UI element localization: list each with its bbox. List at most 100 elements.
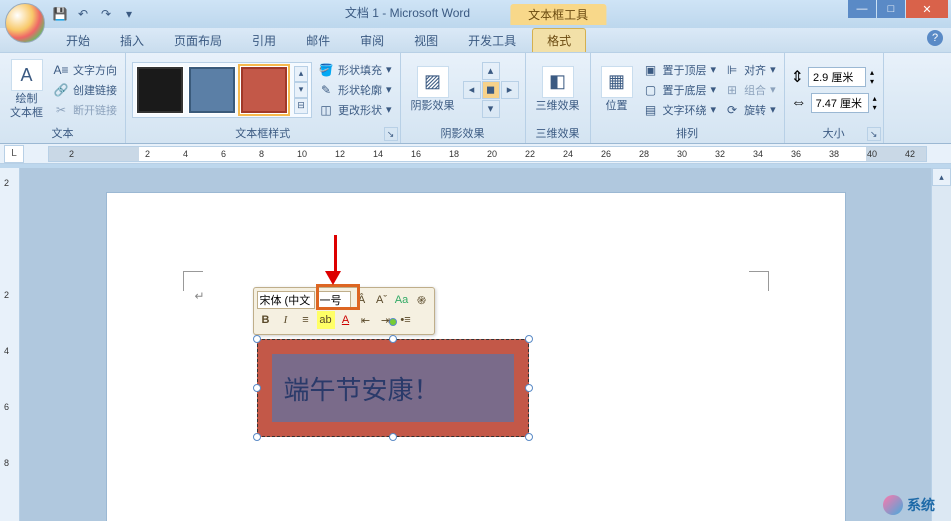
shadow-effect-button[interactable]: ▨ 阴影效果 (407, 64, 459, 115)
threed-effect-button[interactable]: ◧ 三维效果 (532, 64, 584, 115)
width-up[interactable]: ▴ (873, 94, 877, 103)
minimize-button[interactable]: — (848, 0, 876, 18)
shadow-toggle[interactable]: ◼ (482, 81, 500, 99)
position-icon: ▦ (601, 66, 633, 98)
style-swatch-1[interactable] (136, 66, 184, 114)
tab-references[interactable]: 引用 (238, 29, 290, 52)
style-swatch-2[interactable] (188, 66, 236, 114)
bullets-icon[interactable]: •≡ (397, 311, 415, 329)
resize-handle-nw[interactable] (253, 335, 261, 343)
text-box[interactable]: 端午节安康！ (257, 339, 529, 437)
save-icon[interactable]: 💾 (50, 4, 70, 24)
tab-insert[interactable]: 插入 (106, 29, 158, 52)
ruler-corner[interactable]: L (4, 145, 24, 163)
tab-format[interactable]: 格式 (532, 28, 586, 52)
paragraph-mark: ↵ (195, 289, 205, 303)
format-painter-icon[interactable]: ֍ (413, 291, 431, 309)
help-icon[interactable]: ? (927, 30, 943, 46)
rotate-button[interactable]: ⟳旋转 ▾ (722, 101, 778, 119)
resize-handle-s[interactable] (389, 433, 397, 441)
shadow-nudge-right[interactable]: ▸ (501, 81, 519, 99)
style-swatch-3[interactable] (240, 66, 288, 114)
resize-handle-se[interactable] (525, 433, 533, 441)
undo-icon[interactable]: ↶ (73, 4, 93, 24)
tab-review[interactable]: 审阅 (346, 29, 398, 52)
ribbon: A 绘制 文本框 A≡文字方向 🔗创建链接 ✂断开链接 文本 ▴ ▾ ⊟ (0, 52, 951, 144)
qat-more-icon[interactable]: ▾ (119, 4, 139, 24)
tutorial-highlight (316, 284, 360, 310)
rotate-handle[interactable] (389, 318, 397, 326)
shape-fill-button[interactable]: 🪣形状填充 ▾ (316, 61, 394, 79)
shape-outline-button[interactable]: ✎形状轮廓 ▾ (316, 81, 394, 99)
styles-dialog-launcher[interactable]: ↘ (384, 127, 398, 141)
shrink-font-icon[interactable]: Aˇ (373, 291, 391, 309)
width-input[interactable] (811, 93, 869, 113)
width-icon: ⇔ (791, 94, 807, 112)
text-wrap-button[interactable]: ▤文字环绕 ▾ (641, 101, 719, 119)
resize-handle-sw[interactable] (253, 433, 261, 441)
maximize-button[interactable]: □ (877, 0, 905, 18)
shadow-nudge-up[interactable]: ▴ (482, 62, 500, 80)
group-text: A 绘制 文本框 A≡文字方向 🔗创建链接 ✂断开链接 文本 (0, 53, 126, 143)
tab-home[interactable]: 开始 (52, 29, 104, 52)
textbox-text[interactable]: 端午节安康！ (284, 370, 440, 407)
width-down[interactable]: ▾ (873, 103, 877, 112)
group-arrange: ▦ 位置 ▣置于顶层 ▾ ▢置于底层 ▾ ▤文字环绕 ▾ ⊫对齐 ▾ ⊞组合 ▾… (591, 53, 785, 143)
text-direction-button[interactable]: A≡文字方向 (51, 61, 119, 79)
align-button[interactable]: ⊫对齐 ▾ (722, 61, 778, 79)
document-page[interactable]: ↵ Â Aˇ Aa ֍ B I ≡ ab A ⇤ (106, 192, 846, 521)
font-color-icon[interactable]: A (337, 311, 355, 329)
height-icon: ⇕ (791, 67, 804, 87)
change-shape-button[interactable]: ◫更改形状 ▾ (316, 101, 394, 119)
height-down[interactable]: ▾ (870, 77, 874, 86)
resize-handle-e[interactable] (525, 384, 533, 392)
textbox-style-gallery[interactable]: ▴ ▾ ⊟ (132, 62, 312, 118)
tab-view[interactable]: 视图 (400, 29, 452, 52)
redo-icon[interactable]: ↷ (96, 4, 116, 24)
group-icon: ⊞ (724, 82, 740, 98)
group-button[interactable]: ⊞组合 ▾ (722, 81, 778, 99)
vertical-scrollbar[interactable]: ▴ (931, 168, 951, 521)
send-back-button[interactable]: ▢置于底层 ▾ (641, 81, 719, 99)
decrease-indent-icon[interactable]: ⇤ (357, 311, 375, 329)
center-align-icon[interactable]: ≡ (297, 311, 315, 329)
align-icon: ⊫ (724, 62, 740, 78)
cube-icon: ◧ (542, 66, 574, 98)
tab-developer[interactable]: 开发工具 (454, 29, 530, 52)
watermark-logo: 系统 (883, 495, 935, 515)
shadow-nudge-down[interactable]: ▾ (482, 100, 500, 118)
gallery-more-icon[interactable]: ⊟ (294, 98, 308, 114)
gallery-up-icon[interactable]: ▴ (294, 66, 308, 82)
horizontal-ruler[interactable]: 224681012141618202224262830323436384042 (48, 146, 927, 162)
contextual-tab-label: 文本框工具 (510, 4, 606, 25)
tab-layout[interactable]: 页面布局 (160, 29, 236, 52)
link-icon: 🔗 (53, 82, 69, 98)
draw-textbox-button[interactable]: A 绘制 文本框 (6, 57, 47, 121)
resize-handle-w[interactable] (253, 384, 261, 392)
shadow-nudge-left[interactable]: ◂ (463, 81, 481, 99)
gallery-down-icon[interactable]: ▾ (294, 82, 308, 98)
tab-mailings[interactable]: 邮件 (292, 29, 344, 52)
margin-corner-tr (749, 271, 769, 291)
scroll-up-icon[interactable]: ▴ (932, 168, 951, 186)
vertical-ruler[interactable]: 22468 (0, 168, 20, 521)
create-link-button[interactable]: 🔗创建链接 (51, 81, 119, 99)
break-link-button[interactable]: ✂断开链接 (51, 101, 119, 119)
group-styles: ▴ ▾ ⊟ 🪣形状填充 ▾ ✎形状轮廓 ▾ ◫更改形状 ▾ 文本框样式 ↘ (126, 53, 401, 143)
change-shape-icon: ◫ (318, 102, 334, 118)
italic-button[interactable]: I (277, 311, 295, 329)
height-input[interactable] (808, 67, 866, 87)
highlight-icon[interactable]: ab (317, 311, 335, 329)
size-dialog-launcher[interactable]: ↘ (867, 127, 881, 141)
change-case-icon[interactable]: Aa (393, 291, 411, 309)
height-up[interactable]: ▴ (870, 68, 874, 77)
close-button[interactable]: ✕ (906, 0, 948, 18)
bring-front-button[interactable]: ▣置于顶层 ▾ (641, 61, 719, 79)
fill-bucket-icon: 🪣 (318, 62, 334, 78)
position-button[interactable]: ▦ 位置 (597, 64, 637, 115)
resize-handle-n[interactable] (389, 335, 397, 343)
bold-button[interactable]: B (257, 311, 275, 329)
office-button[interactable] (5, 3, 45, 43)
resize-handle-ne[interactable] (525, 335, 533, 343)
mini-font-input[interactable] (257, 291, 315, 309)
